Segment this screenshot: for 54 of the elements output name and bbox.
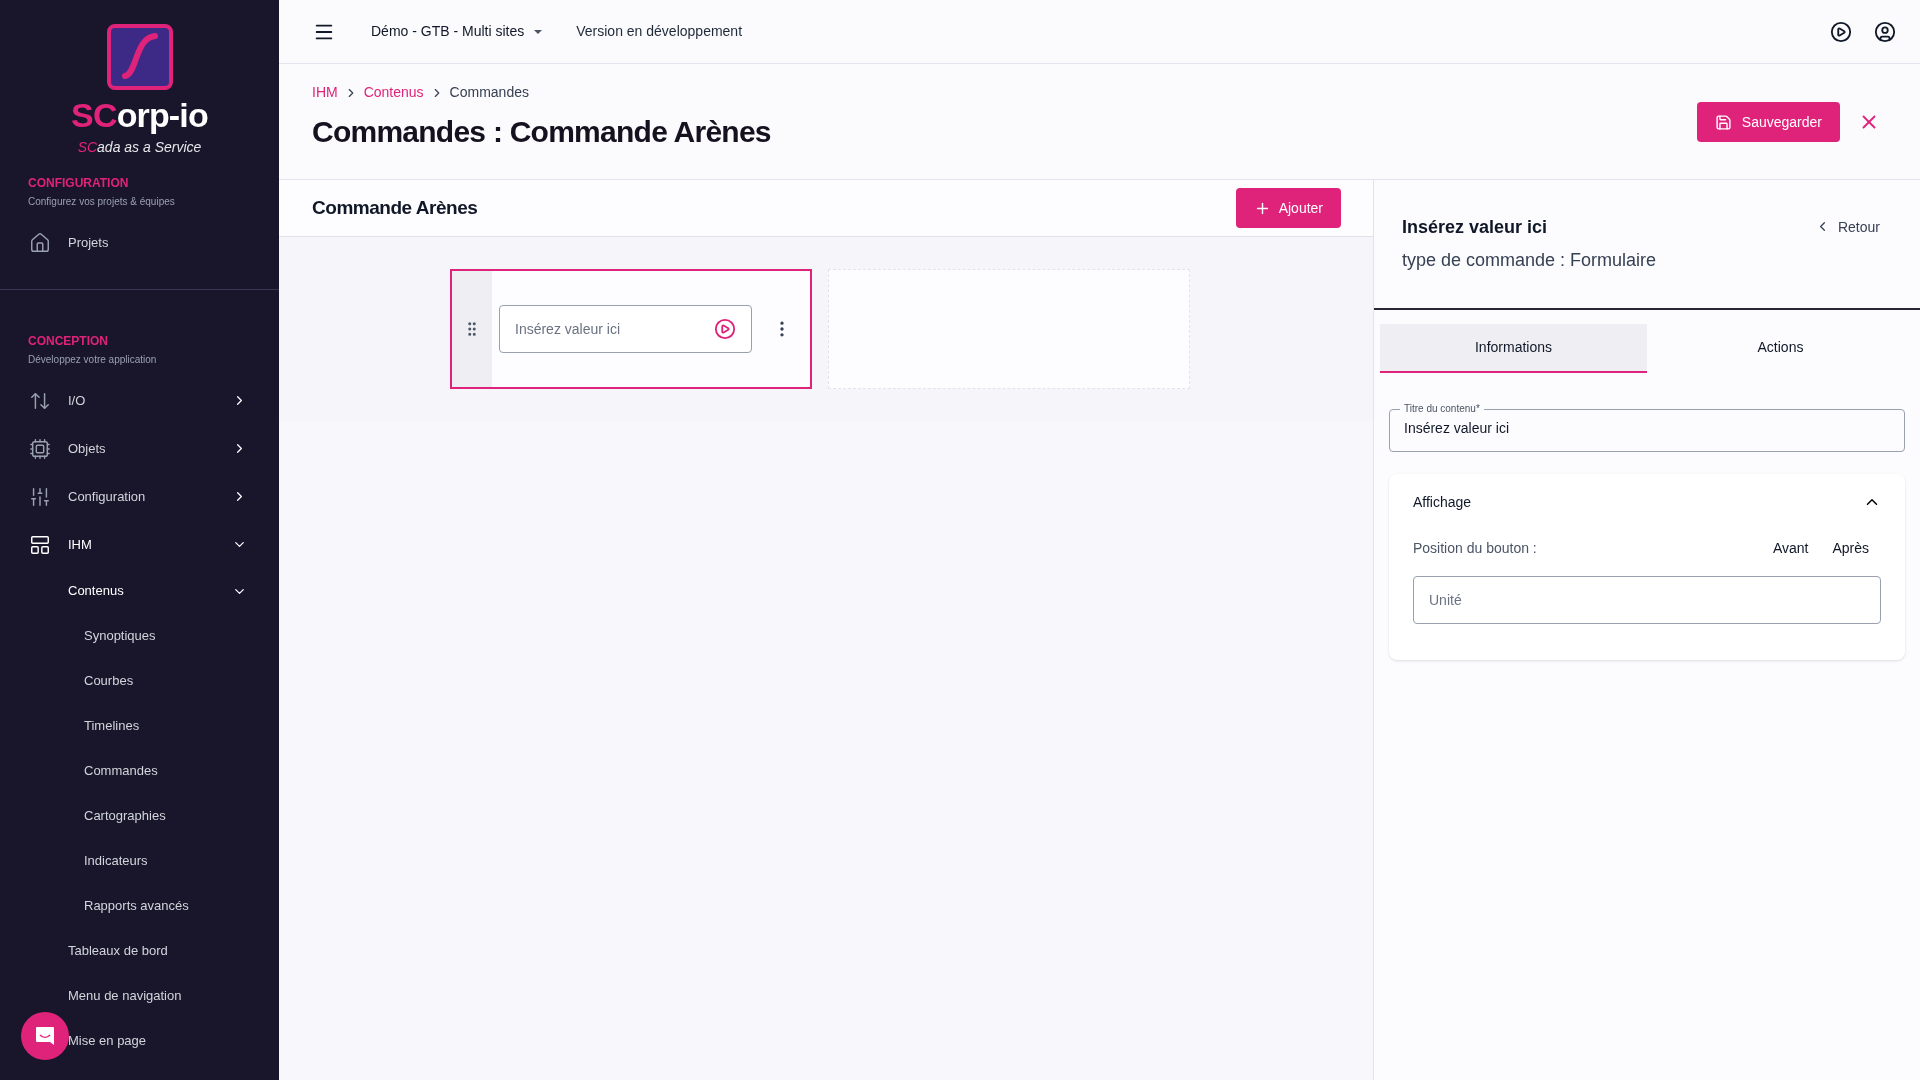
section-title: CONCEPTION (28, 332, 109, 350)
section-subtitle: Développez votre application (28, 352, 158, 367)
nav-item[interactable]: Contenus (0, 568, 279, 614)
nav-item[interactable]: Menu de navigation (0, 973, 279, 1019)
back-button[interactable]: Retour (1814, 217, 1880, 238)
save-button[interactable]: Sauvegarder (1696, 102, 1840, 142)
brand-tagline: SCada as a Service (77, 137, 202, 157)
nav-item[interactable]: Commandes (0, 748, 279, 794)
unit-field[interactable]: Unité (1413, 576, 1881, 624)
breadcrumb-link[interactable]: Contenus (363, 82, 424, 103)
breadcrumb-current: Commandes (449, 83, 529, 102)
nav-item[interactable]: Mise en page (0, 1018, 279, 1064)
nav-item[interactable]: IHM (0, 520, 279, 569)
sliders-icon (29, 485, 51, 508)
value-input[interactable]: Insérez valeur ici (499, 305, 752, 353)
nav-item[interactable]: Configuration (0, 472, 279, 521)
nav-item[interactable]: Tableaux de bord (0, 928, 279, 974)
nav-item[interactable]: Synoptiques (0, 613, 279, 659)
tab[interactable]: Informations (1380, 324, 1647, 373)
position-option[interactable]: Après (1820, 532, 1881, 564)
panel-subtitle: type de commande : Formulaire (1402, 249, 1658, 272)
position-label: Position du bouton : (1413, 538, 1538, 558)
add-button[interactable]: Ajouter (1235, 188, 1341, 228)
nav-item[interactable]: I/O (0, 376, 279, 425)
layout-icon (29, 533, 51, 556)
logo-icon (106, 24, 173, 90)
tab[interactable]: Actions (1647, 324, 1914, 373)
brand-name: SCorp-io (71, 95, 208, 136)
nav-item[interactable]: Cartographies (0, 793, 279, 839)
title-field[interactable]: Titre du contenu* Insérez valeur ici (1389, 402, 1905, 452)
accordion-header[interactable]: Affichage (1389, 474, 1905, 530)
nav-item[interactable]: Timelines (0, 703, 279, 749)
nav-item[interactable]: Courbes (0, 658, 279, 704)
field-label: Titre du contenu* (1403, 402, 1481, 416)
account-icon[interactable] (1874, 20, 1896, 43)
home-icon (29, 231, 51, 254)
nav-item[interactable]: Rapports avancés (0, 883, 279, 929)
panel-title: Insérez valeur ici (1402, 216, 1549, 239)
project-selector[interactable]: Démo - GTB - Multi sites (371, 21, 543, 42)
nav-item[interactable]: Indicateurs (0, 838, 279, 884)
save-icon (1714, 113, 1732, 131)
section-subtitle: Configurez vos projets & équipes (28, 194, 176, 209)
section-title: CONFIGURATION (28, 174, 130, 192)
version-label: Version en développement (576, 22, 743, 41)
nav-item[interactable]: Projets (0, 218, 279, 267)
position-option[interactable]: Avant (1760, 532, 1821, 564)
chip-icon (29, 437, 51, 460)
breadcrumb-link[interactable]: IHM (312, 82, 338, 103)
command-block[interactable]: Insérez valeur ici (450, 269, 812, 389)
play-icon[interactable] (1830, 20, 1852, 43)
editor-title: Commande Arènes (312, 195, 479, 220)
page-title: Commandes : Commande Arènes (312, 114, 772, 150)
nav-item[interactable]: Objets (0, 424, 279, 473)
chat-icon (34, 1025, 56, 1047)
